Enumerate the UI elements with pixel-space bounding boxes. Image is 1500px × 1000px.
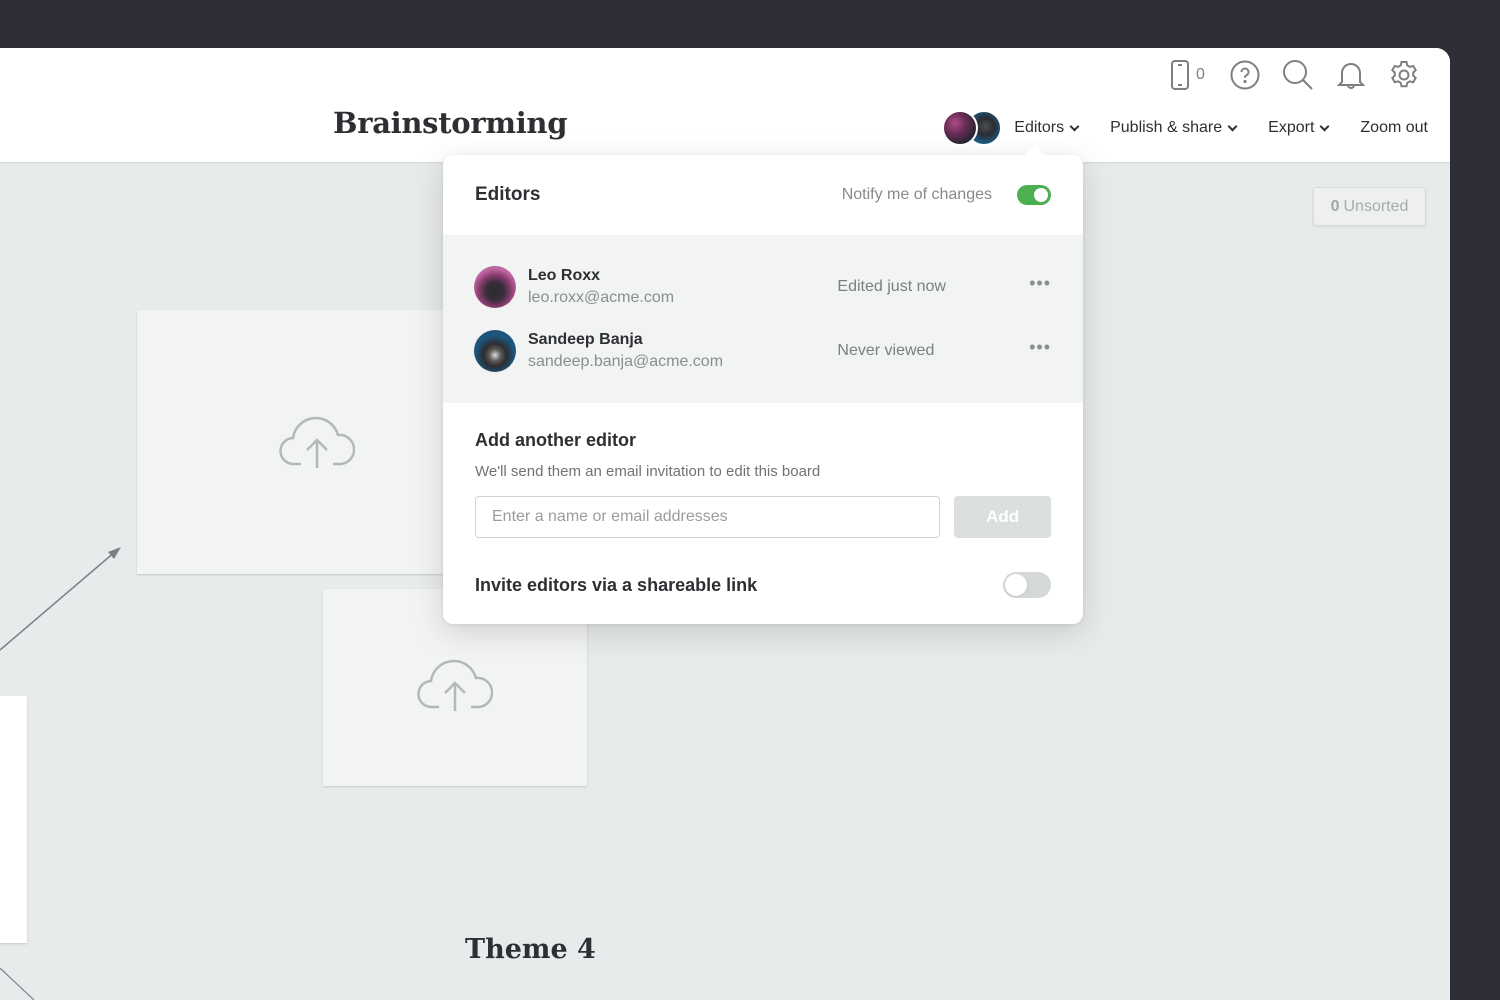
add-editor-description: We'll send them an email invitation to e… bbox=[475, 463, 821, 480]
avatar bbox=[474, 266, 516, 308]
more-options-icon[interactable]: ••• bbox=[1029, 338, 1051, 356]
help-icon bbox=[1230, 60, 1259, 90]
editor-status: Never viewed bbox=[837, 342, 935, 359]
settings-button[interactable] bbox=[1377, 60, 1430, 90]
editor-email: sandeep.banja@acme.com bbox=[528, 353, 724, 370]
top-icon-bar: 0 bbox=[1161, 60, 1430, 90]
connector-line[interactable] bbox=[0, 967, 35, 1000]
chevron-down-icon bbox=[1069, 121, 1080, 131]
toggle-knob bbox=[1005, 574, 1027, 596]
arrowhead-icon bbox=[108, 547, 121, 559]
editors-list: Leo Roxx leo.roxx@acme.com Edited just n… bbox=[443, 235, 1083, 403]
board-title[interactable]: Brainstorming bbox=[333, 106, 568, 140]
editor-name: Leo Roxx bbox=[528, 267, 601, 284]
popover-title: Editors bbox=[475, 184, 541, 205]
editor-email-input[interactable] bbox=[475, 496, 941, 538]
shareable-link-setting: Invite editors via a shareable link bbox=[443, 572, 1083, 598]
list-item: Leo Roxx leo.roxx@acme.com Edited just n… bbox=[474, 255, 1051, 319]
editor-avatars[interactable] bbox=[942, 110, 1003, 146]
zoom-out-label: Zoom out bbox=[1360, 119, 1428, 136]
editor-info: Sandeep Banja sandeep.banja@acme.com bbox=[528, 329, 837, 373]
mobile-count: 0 bbox=[1196, 66, 1205, 83]
cloud-upload-icon bbox=[279, 410, 356, 475]
editor-name: Sandeep Banja bbox=[528, 331, 643, 348]
chevron-down-icon bbox=[1319, 121, 1330, 131]
unsorted-label: Unsorted bbox=[1343, 197, 1409, 215]
editors-popover: Editors Notify me of changes Leo Roxx le… bbox=[443, 145, 1083, 624]
board-card[interactable] bbox=[0, 696, 27, 943]
shareable-link-toggle[interactable] bbox=[1003, 572, 1051, 598]
help-button[interactable] bbox=[1218, 60, 1271, 90]
connector-line[interactable] bbox=[0, 550, 117, 651]
popover-header: Editors Notify me of changes bbox=[443, 155, 1083, 235]
unsorted-count: 0 bbox=[1330, 197, 1340, 215]
publish-share-menu[interactable]: Publish & share bbox=[1110, 119, 1238, 137]
add-editor-title: Add another editor bbox=[475, 430, 636, 450]
list-item: Sandeep Banja sandeep.banja@acme.com Nev… bbox=[474, 319, 1051, 383]
unsorted-button[interactable]: 0 Unsorted bbox=[1313, 187, 1426, 226]
mobile-icon bbox=[1171, 60, 1190, 90]
publish-share-label: Publish & share bbox=[1110, 119, 1223, 136]
editors-menu-label: Editors bbox=[1014, 119, 1065, 136]
board-nav: Editors Publish & share Export Zoom out bbox=[942, 110, 1428, 146]
cloud-upload-icon bbox=[417, 653, 494, 718]
export-label: Export bbox=[1268, 119, 1315, 136]
editor-info: Leo Roxx leo.roxx@acme.com bbox=[528, 265, 837, 309]
theme-title[interactable]: Theme 4 bbox=[465, 934, 596, 965]
bell-icon bbox=[1336, 63, 1365, 89]
top-header: 0 Brainstorming Editors Publish & share … bbox=[0, 48, 1450, 163]
notify-label: Notify me of changes bbox=[841, 186, 992, 203]
add-editor-row: Add bbox=[475, 496, 1051, 538]
mobile-app-button[interactable]: 0 bbox=[1161, 60, 1214, 90]
shareable-link-label: Invite editors via a shareable link bbox=[475, 574, 758, 595]
export-menu[interactable]: Export bbox=[1268, 119, 1330, 137]
add-editor-button[interactable]: Add bbox=[954, 496, 1051, 538]
more-options-icon[interactable]: ••• bbox=[1029, 274, 1051, 292]
board-window: 0 Brainstorming Editors Publish & share … bbox=[0, 48, 1450, 1000]
notify-toggle[interactable] bbox=[1017, 185, 1051, 205]
avatar bbox=[474, 330, 516, 372]
notify-setting: Notify me of changes bbox=[842, 185, 1051, 205]
notifications-button[interactable] bbox=[1324, 60, 1377, 90]
search-icon bbox=[1282, 60, 1313, 90]
editors-menu[interactable]: Editors bbox=[1014, 119, 1080, 137]
editor-email: leo.roxx@acme.com bbox=[528, 289, 675, 306]
gear-icon bbox=[1390, 61, 1417, 88]
chevron-down-icon bbox=[1227, 121, 1238, 131]
search-button[interactable] bbox=[1271, 60, 1324, 90]
toggle-knob bbox=[1034, 188, 1048, 202]
editor-status: Edited just now bbox=[837, 278, 946, 295]
add-editor-section: Add another editor We'll send them an em… bbox=[443, 403, 1083, 538]
zoom-out-button[interactable]: Zoom out bbox=[1360, 119, 1428, 137]
